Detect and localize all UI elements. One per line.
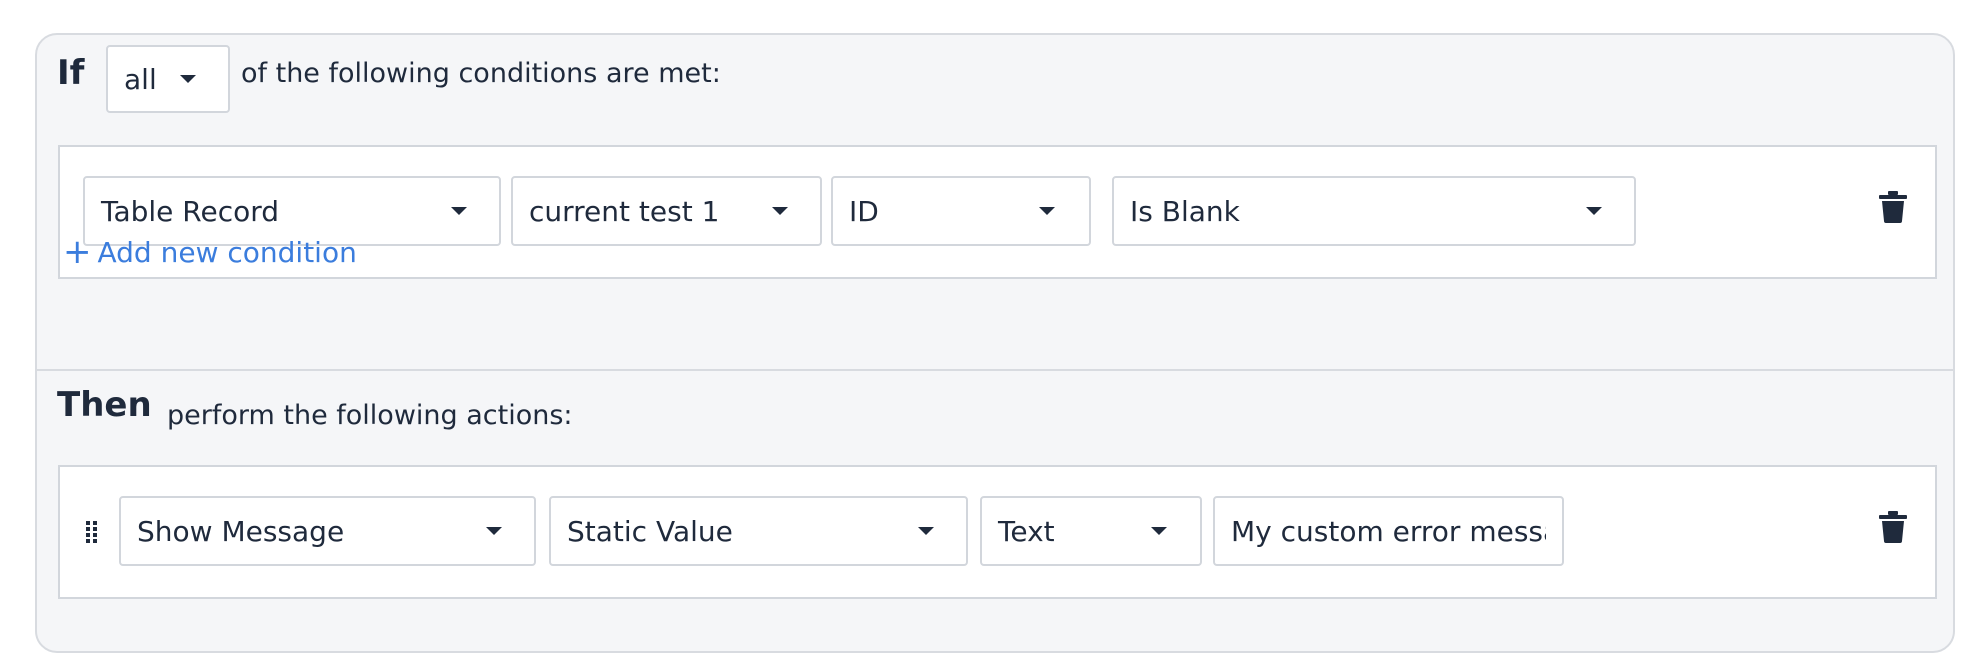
trash-icon[interactable]: [1879, 191, 1907, 223]
message-input[interactable]: [1213, 496, 1564, 566]
caret-down-icon: [772, 207, 788, 215]
caret-down-icon: [451, 207, 467, 215]
match-select-value: all: [124, 62, 157, 96]
action-type-value: Show Message: [137, 514, 345, 548]
then-suffix-text: perform the following actions:: [167, 400, 573, 431]
action-type-select[interactable]: Show Message: [119, 496, 536, 566]
caret-down-icon: [1586, 207, 1602, 215]
add-condition-label: Add new condition: [97, 235, 357, 269]
caret-down-icon: [1039, 207, 1055, 215]
caret-down-icon: [180, 75, 196, 83]
condition-field-2-value: current test 1: [529, 194, 720, 228]
section-divider: [37, 369, 1953, 371]
action-format-value: Text: [998, 514, 1055, 548]
condition-field-3-select[interactable]: ID: [831, 176, 1091, 246]
trash-icon[interactable]: [1879, 511, 1907, 543]
condition-operator-value: Is Blank: [1130, 194, 1240, 228]
caret-down-icon: [486, 527, 502, 535]
if-keyword: If: [57, 53, 85, 93]
condition-field-1-value: Table Record: [101, 194, 280, 228]
rule-panel: If all of the following conditions are m…: [35, 33, 1955, 653]
action-source-value: Static Value: [567, 514, 733, 548]
caret-down-icon: [1151, 527, 1167, 535]
condition-field-2-select[interactable]: current test 1: [511, 176, 822, 246]
condition-operator-select[interactable]: Is Blank: [1112, 176, 1636, 246]
if-suffix-text: of the following conditions are met:: [241, 58, 721, 89]
action-format-select[interactable]: Text: [980, 496, 1202, 566]
match-select[interactable]: all: [106, 45, 230, 113]
action-row: Show Message Static Value Text: [58, 465, 1937, 599]
drag-handle-icon[interactable]: [86, 521, 98, 543]
condition-field-3-value: ID: [849, 194, 879, 228]
action-source-select[interactable]: Static Value: [549, 496, 968, 566]
plus-icon: +: [63, 232, 92, 272]
add-condition-link[interactable]: + Add new condition: [63, 235, 357, 269]
then-keyword: Then: [57, 385, 152, 425]
caret-down-icon: [918, 527, 934, 535]
